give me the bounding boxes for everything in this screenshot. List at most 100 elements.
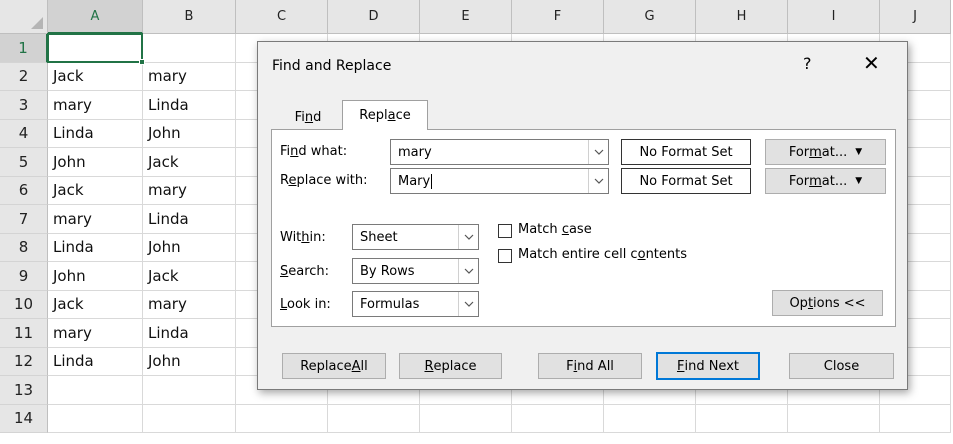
row-header-6[interactable]: 6 xyxy=(0,176,48,205)
row-header-2[interactable]: 2 xyxy=(0,62,48,91)
column-header-c[interactable]: C xyxy=(236,0,328,34)
replace-format-label-b: at... xyxy=(821,173,848,189)
cell-a6[interactable]: Jack xyxy=(48,176,143,205)
cell-b7[interactable]: Linda xyxy=(143,205,236,234)
replace-format-accesskey: m xyxy=(809,173,822,189)
column-header-b[interactable]: B xyxy=(143,0,236,34)
replace-format-preview: No Format Set xyxy=(621,168,751,194)
select-all-corner[interactable] xyxy=(0,0,48,34)
cell-b10[interactable]: mary xyxy=(143,290,236,319)
look-in-label-b: ook in: xyxy=(287,297,331,312)
replace-button[interactable]: Replace xyxy=(399,353,502,379)
find-what-input[interactable]: mary xyxy=(390,139,609,165)
column-header-f[interactable]: F xyxy=(512,0,604,34)
tab-find-label: Fi xyxy=(294,109,305,125)
search-label: Search: xyxy=(280,264,329,279)
cell-a7[interactable]: mary xyxy=(48,205,143,234)
row-header-3[interactable]: 3 xyxy=(0,91,48,120)
tab-replace[interactable]: Repl a ce xyxy=(342,100,428,130)
cell-b12[interactable]: John xyxy=(143,347,236,376)
look-in-chevron-down-icon[interactable] xyxy=(458,292,478,316)
match-case-label[interactable]: Match case xyxy=(518,222,592,237)
cell-c14[interactable] xyxy=(236,404,328,433)
column-header-d[interactable]: D xyxy=(328,0,420,34)
row-header-9[interactable]: 9 xyxy=(0,262,48,291)
row-header-14[interactable]: 14 xyxy=(0,404,48,433)
fill-handle[interactable] xyxy=(139,59,145,65)
find-format-button[interactable]: For m at... ▼ xyxy=(765,139,886,165)
help-icon[interactable]: ? xyxy=(803,54,812,73)
row-header-13[interactable]: 13 xyxy=(0,376,48,405)
replace-with-label: Replace with: xyxy=(280,173,368,188)
row-header-1[interactable]: 1 xyxy=(0,34,48,63)
match-entire-cell-label[interactable]: Match entire cell contents xyxy=(518,247,687,262)
search-select[interactable]: By Rows xyxy=(352,258,479,284)
find-what-dropdown-icon[interactable] xyxy=(588,140,608,164)
cell-a10[interactable]: Jack xyxy=(48,290,143,319)
column-header-a[interactable]: A xyxy=(48,0,143,34)
row-header-12[interactable]: 12 xyxy=(0,347,48,376)
cell-a13[interactable] xyxy=(48,376,143,405)
column-header-e[interactable]: E xyxy=(420,0,512,34)
cell-d14[interactable] xyxy=(328,404,420,433)
cell-b1[interactable] xyxy=(143,34,236,63)
row-header-10[interactable]: 10 xyxy=(0,290,48,319)
cell-a3[interactable]: mary xyxy=(48,91,143,120)
cell-b4[interactable]: John xyxy=(143,119,236,148)
cell-a9[interactable]: John xyxy=(48,262,143,291)
cell-e14[interactable] xyxy=(420,404,512,433)
column-header-g[interactable]: G xyxy=(604,0,696,34)
options-label-b: ions << xyxy=(813,295,866,311)
cell-b2[interactable]: mary xyxy=(143,62,236,91)
text-cursor xyxy=(431,173,433,189)
row-header-4[interactable]: 4 xyxy=(0,119,48,148)
replace-all-button[interactable]: Replace All xyxy=(282,353,386,379)
tab-find[interactable]: Fi n d xyxy=(277,103,339,131)
cell-a8[interactable]: Linda xyxy=(48,233,143,262)
look-in-label: Look in: xyxy=(280,297,331,312)
cell-b13[interactable] xyxy=(143,376,236,405)
cell-b8[interactable]: John xyxy=(143,233,236,262)
cell-h14[interactable] xyxy=(696,404,788,433)
cell-a4[interactable]: Linda xyxy=(48,119,143,148)
replace-with-label-b: place with: xyxy=(296,173,368,188)
cell-a2[interactable]: Jack xyxy=(48,62,143,91)
cell-g14[interactable] xyxy=(604,404,696,433)
cell-a11[interactable]: mary xyxy=(48,319,143,348)
replace-with-input[interactable]: Mary xyxy=(390,168,609,194)
cell-a5[interactable]: John xyxy=(48,148,143,177)
row-header-8[interactable]: 8 xyxy=(0,233,48,262)
cell-i14[interactable] xyxy=(788,404,880,433)
cell-b6[interactable]: mary xyxy=(143,176,236,205)
replace-format-button[interactable]: For m at... ▼ xyxy=(765,168,886,194)
column-header-i[interactable]: I xyxy=(788,0,880,34)
look-in-select[interactable]: Formulas xyxy=(352,291,479,317)
column-header-j[interactable]: J xyxy=(880,0,951,34)
cell-b11[interactable]: Linda xyxy=(143,319,236,348)
find-next-button[interactable]: Find Next xyxy=(656,352,760,380)
column-header-h[interactable]: H xyxy=(696,0,788,34)
options-label-a: Op xyxy=(789,295,808,311)
cell-f14[interactable] xyxy=(512,404,604,433)
row-header-5[interactable]: 5 xyxy=(0,148,48,177)
options-button[interactable]: Op t ions << xyxy=(772,290,883,316)
cell-a14[interactable] xyxy=(48,404,143,433)
close-button[interactable]: Close xyxy=(789,353,894,379)
dialog-title: Find and Replace xyxy=(272,58,392,74)
cell-b9[interactable]: Jack xyxy=(143,262,236,291)
find-all-button[interactable]: Fi nd All xyxy=(538,353,642,379)
within-chevron-down-icon[interactable] xyxy=(458,225,478,249)
match-case-checkbox[interactable] xyxy=(498,224,512,238)
row-header-7[interactable]: 7 xyxy=(0,205,48,234)
cell-j14[interactable] xyxy=(880,404,951,433)
search-chevron-down-icon[interactable] xyxy=(458,259,478,283)
cell-b3[interactable]: Linda xyxy=(143,91,236,120)
row-header-11[interactable]: 11 xyxy=(0,319,48,348)
cell-b5[interactable]: Jack xyxy=(143,148,236,177)
cell-a12[interactable]: Linda xyxy=(48,347,143,376)
match-entire-cell-checkbox[interactable] xyxy=(498,249,512,263)
cell-b14[interactable] xyxy=(143,404,236,433)
close-icon[interactable]: ✕ xyxy=(863,51,880,75)
within-select[interactable]: Sheet xyxy=(352,224,479,250)
replace-with-dropdown-icon[interactable] xyxy=(588,169,608,193)
